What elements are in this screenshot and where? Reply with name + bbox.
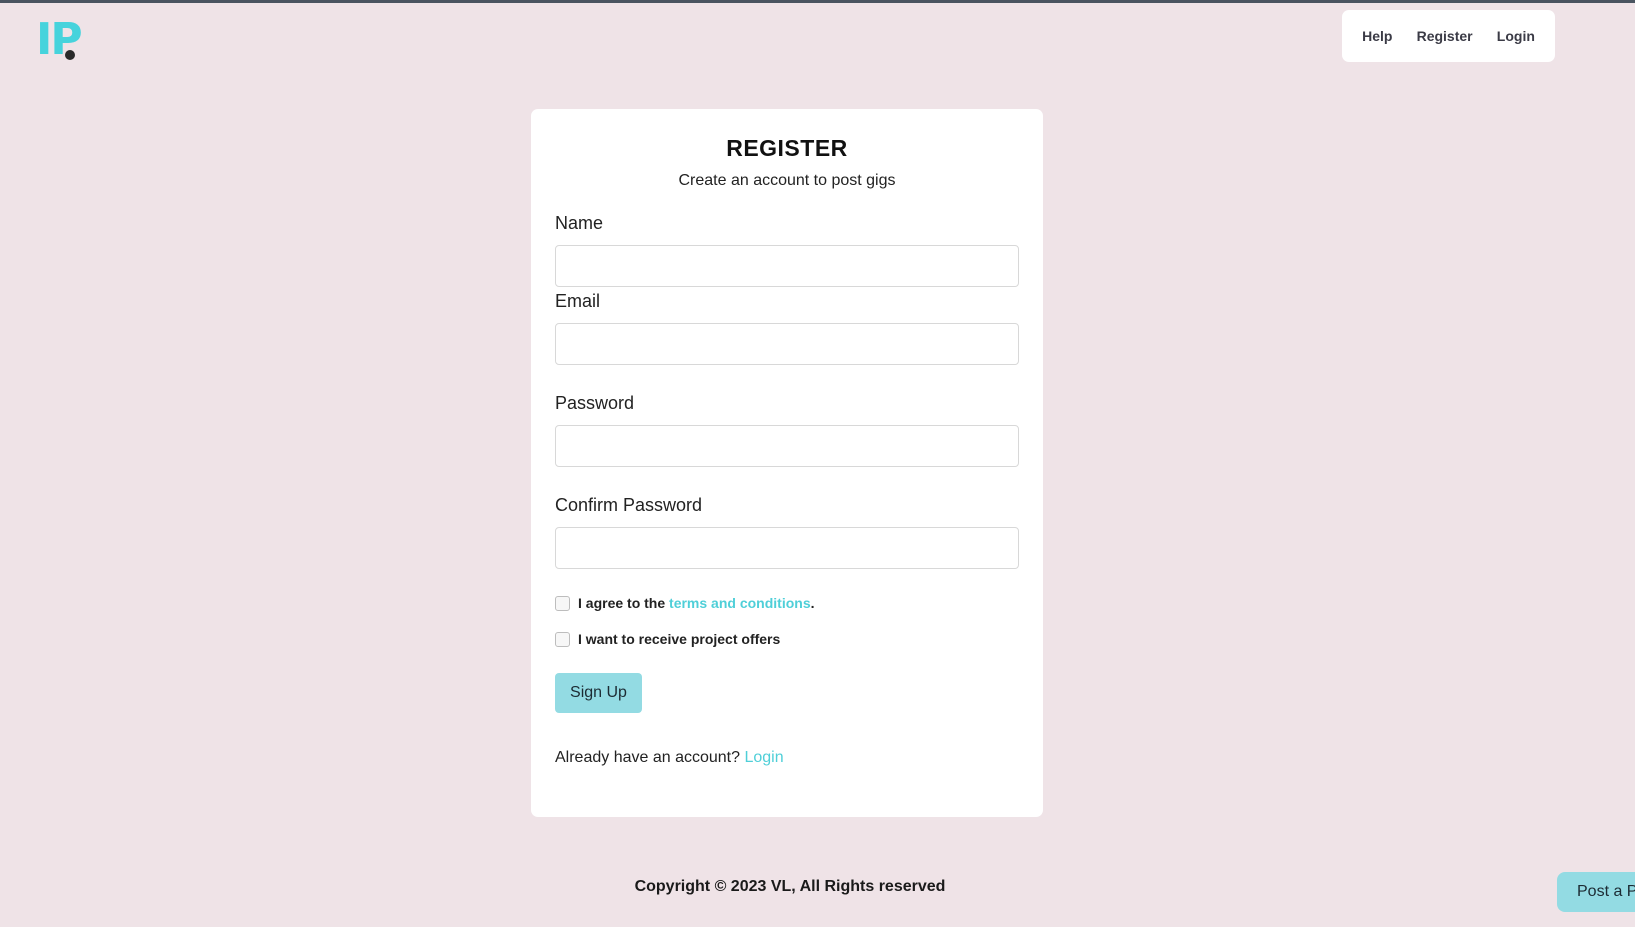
- email-label: Email: [555, 291, 601, 311]
- login-link[interactable]: Login: [744, 749, 783, 766]
- terms-checkbox[interactable]: [555, 595, 570, 611]
- post-project-button[interactable]: Post a Pr: [1557, 872, 1635, 912]
- login-prompt-text: Already have an account?: [555, 749, 745, 766]
- terms-suffix: .: [810, 595, 815, 611]
- nav-register[interactable]: Register: [1417, 28, 1473, 44]
- register-card: REGISTER Create an account to post gigs …: [531, 109, 1043, 817]
- password-input[interactable]: [555, 425, 1019, 467]
- top-border: [0, 0, 1635, 3]
- offers-row: I want to receive project offers: [555, 629, 780, 649]
- terms-row: I agree to the terms and conditions.: [555, 593, 815, 613]
- page-subtitle: Create an account to post gigs: [678, 172, 896, 189]
- top-nav: Help Register Login: [1342, 10, 1555, 62]
- confirm-password-input[interactable]: [555, 527, 1019, 569]
- login-prompt: Already have an account? Login: [555, 749, 784, 767]
- terms-prefix: I agree to the: [578, 595, 666, 611]
- offers-label: I want to receive project offers: [578, 631, 781, 647]
- confirm-password-label: Confirm Password: [555, 495, 703, 515]
- email-input[interactable]: [555, 323, 1019, 365]
- logo-dot: [65, 50, 75, 60]
- offers-checkbox[interactable]: [555, 631, 570, 647]
- password-label: Password: [555, 393, 635, 413]
- footer-copyright: Copyright © 2023 VL, All Rights reserved: [634, 878, 946, 895]
- name-label: Name: [555, 213, 604, 233]
- post-project-label: Post a Pr: [1577, 883, 1635, 900]
- terms-link[interactable]: terms and conditions: [669, 595, 811, 611]
- page-title: REGISTER: [726, 135, 848, 161]
- nav-login[interactable]: Login: [1497, 28, 1535, 44]
- name-input[interactable]: [555, 245, 1019, 287]
- logo-text: IP: [36, 14, 83, 65]
- sign-up-button[interactable]: Sign Up: [555, 673, 642, 713]
- nav-help[interactable]: Help: [1362, 28, 1392, 44]
- logo[interactable]: IP: [36, 14, 84, 65]
